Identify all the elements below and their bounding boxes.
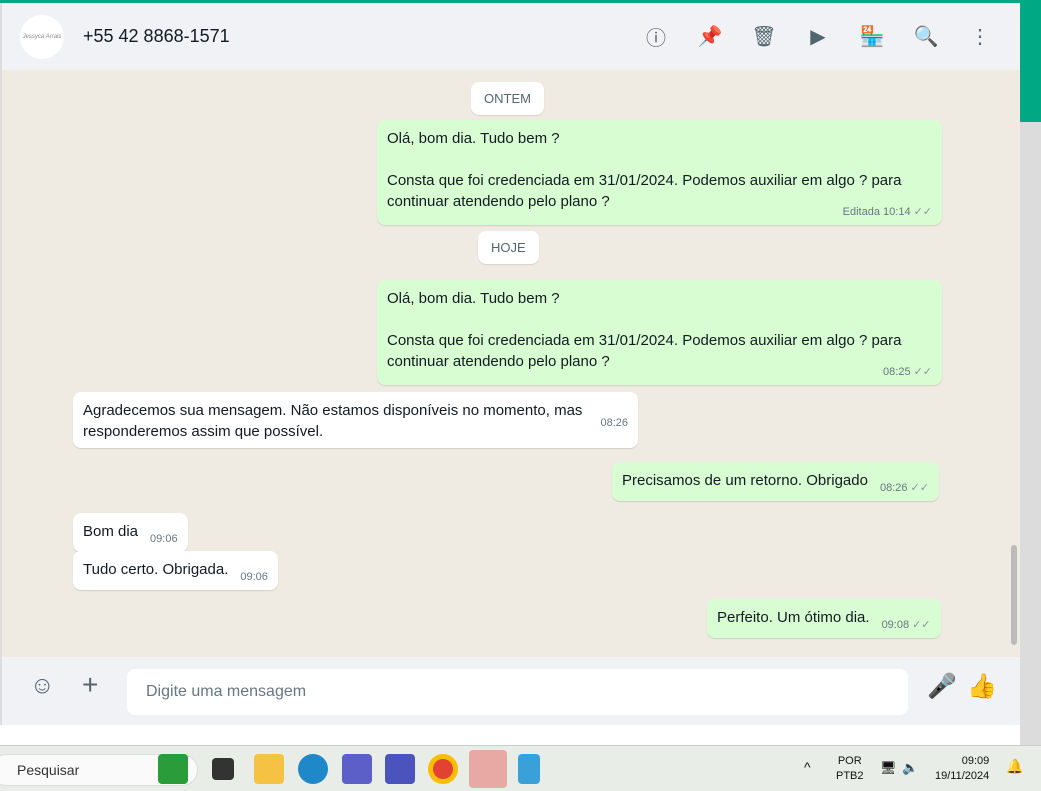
scrollbar[interactable] <box>1011 545 1017 645</box>
date-divider: HOJE <box>478 231 539 264</box>
message-outgoing[interactable]: Perfeito. Um ótimo dia. 09:08 ✓✓ <box>707 599 941 638</box>
background-strip <box>1020 122 1041 745</box>
message-outgoing[interactable]: Olá, bom dia. Tudo bem ? Consta que foi … <box>377 280 942 385</box>
trash-icon[interactable]: 🗑 <box>750 23 778 51</box>
search-icon[interactable]: 🔍 <box>912 23 940 51</box>
chrome-icon[interactable] <box>428 754 458 784</box>
message-input[interactable]: Digite uma mensagem <box>127 669 908 715</box>
date-divider: ONTEM <box>471 82 544 115</box>
message-incoming[interactable]: Bom dia 09:06 <box>73 513 188 552</box>
task-view-icon[interactable] <box>212 758 234 780</box>
message-outgoing[interactable]: Precisamos de um retorno. Obrigado 08:26… <box>612 462 939 501</box>
snipping-tool-icon[interactable] <box>469 750 507 788</box>
double-check-icon: ✓✓ <box>912 619 931 631</box>
contact-name[interactable]: +55 42 8868-1571 <box>83 26 230 47</box>
language-indicator[interactable]: POR PTB2 <box>836 754 864 784</box>
menu-icon[interactable]: ⋮ <box>966 23 994 51</box>
chevron-up-icon[interactable]: ^ <box>804 760 811 775</box>
double-check-icon: ✓✓ <box>910 482 929 494</box>
message-outgoing[interactable]: Olá, bom dia. Tudo bem ? Consta que foi … <box>377 120 942 225</box>
teams-icon[interactable] <box>342 754 372 784</box>
network-icon[interactable]: 🖥 <box>880 760 897 775</box>
window-bottom <box>0 725 1020 745</box>
double-check-icon: ✓✓ <box>913 206 932 218</box>
store-icon[interactable]: 🏪 <box>858 23 886 51</box>
edge-icon[interactable] <box>298 754 328 784</box>
plus-icon[interactable]: + <box>82 669 98 701</box>
taskbar: Pesquisar ^ POR PTB2 🖥 🔈 09:09 19/11/2024 … <box>0 745 1041 791</box>
notepad-icon[interactable] <box>518 754 540 784</box>
message-incoming[interactable]: Tudo certo. Obrigada. 09:06 <box>73 551 278 590</box>
file-explorer-icon[interactable] <box>254 754 284 784</box>
notification-bell-icon[interactable]: 🔔 <box>1006 759 1023 774</box>
emoji-icon[interactable]: ☺ <box>30 672 55 700</box>
background-strip <box>1020 0 1041 122</box>
thumbs-up-icon[interactable]: 👍 <box>967 672 997 701</box>
avatar[interactable]: Jessyca Arrais <box>20 14 64 59</box>
chat-header: Jessyca Arrais +55 42 8868-1571 ⓘ 📌 🗑 ▶ … <box>0 3 1020 70</box>
label-icon[interactable]: ▶ <box>804 23 832 51</box>
info-icon[interactable]: ⓘ <box>642 23 670 51</box>
teams-icon[interactable] <box>385 754 415 784</box>
microphone-icon[interactable]: 🎤 <box>927 672 957 701</box>
clock[interactable]: 09:09 19/11/2024 <box>935 754 989 784</box>
brazil-flag-icon[interactable] <box>158 754 188 784</box>
volume-icon[interactable]: 🔈 <box>902 760 918 775</box>
pin-icon[interactable]: 📌 <box>696 23 724 51</box>
composer: ☺ + Digite uma mensagem 🎤 👍 <box>0 657 1020 725</box>
double-check-icon: ✓✓ <box>913 366 932 378</box>
message-list[interactable]: ONTEM Olá, bom dia. Tudo bem ? Consta qu… <box>0 70 1020 657</box>
message-incoming[interactable]: Agradecemos sua mensagem. Não estamos di… <box>73 392 638 448</box>
